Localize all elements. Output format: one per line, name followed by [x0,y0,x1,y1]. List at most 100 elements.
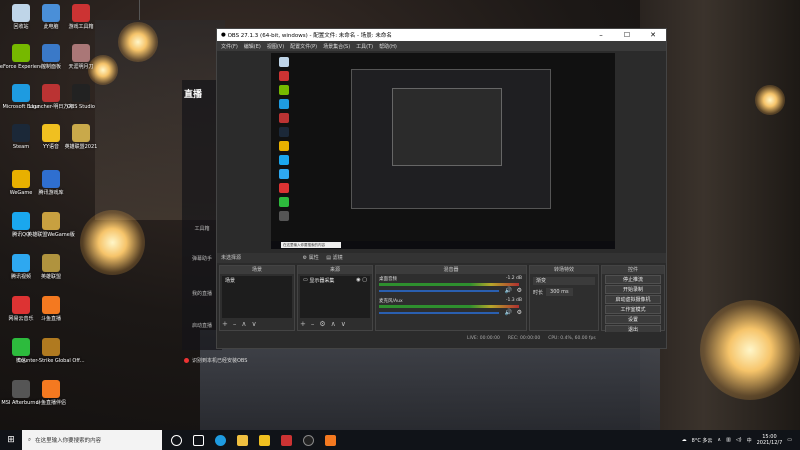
clock[interactable]: 15:00 2021/12/7 [757,434,783,446]
down-icon[interactable]: ∨ [341,320,346,328]
desktop-icon[interactable]: 腾讯游戏库 [32,170,70,206]
menu-scene-collection[interactable]: 场景集合(S) [323,43,350,50]
lock-icon[interactable]: ▢ [361,277,367,284]
obs-preview[interactable]: 在这里输入你要搜索的内容 [271,53,615,249]
light-bulb [755,85,785,115]
preview-nested-obs [351,69,551,209]
maximize-icon[interactable]: ☐ [614,31,640,39]
filters-label: 滤镜 [332,255,343,261]
studio-mode-button[interactable]: 工作室模式 [605,305,661,314]
alert-dot-icon [184,357,189,363]
remove-icon[interactable]: – [233,320,237,328]
desktop-icon-label: 网易云音乐 [8,316,34,322]
track-name: 桌面音频 [379,277,397,282]
edge-icon[interactable] [212,432,228,448]
desktop-icon[interactable]: Counter-Strike Global Off... [17,338,85,374]
desktop-icon[interactable]: 英雄联盟WeGame版 [27,212,75,248]
mixer-tracks: 桌面音频 -1.2 dB 🔊 ⚙ 麦克风/Aux -1.3 dB 🔊 ⚙ [376,276,526,320]
obs-taskbar-icon[interactable] [300,432,316,448]
virtual-camera-button[interactable]: 启动虚拟摄像机 [605,295,661,304]
gear-icon[interactable]: ⚙ [517,309,522,316]
start-recording-button[interactable]: 开始录制 [605,285,661,294]
speaker-icon[interactable]: 🔊 [505,287,512,294]
scene-item[interactable]: 场景 [222,276,292,285]
cortana-icon[interactable] [168,432,184,448]
rec-status: REC: 00:00:00 [507,335,541,341]
desktop-icon-label: OBS Studio [67,104,95,110]
menu-tools[interactable]: 工具(T) [356,43,373,50]
stop-streaming-button[interactable]: 停止推流 [605,275,661,284]
taskbar-search[interactable]: ⌕ 在这里输入你要搜索的内容 [22,430,162,450]
chevron-up-icon[interactable]: ∧ [717,437,721,443]
source-item[interactable]: ▭ 显示器采集 ◉ ▢ [300,276,370,285]
toast-text: 识别到本机已经安装OBS [192,357,248,364]
ime-indicator[interactable]: 中 [747,437,752,444]
minimize-icon[interactable]: – [588,31,614,39]
desktop-icon-label: 腾讯游戏库 [38,190,64,196]
speaker-icon[interactable]: 🔊 [505,309,512,316]
menu-profile[interactable]: 配置文件(P) [290,43,317,50]
no-source-label: 未选择源 [221,255,242,261]
desktop-icon[interactable]: 英雄联盟2021 [62,124,100,160]
app-icon [12,84,30,102]
windows-start-icon[interactable]: ⊞ [0,435,22,445]
volume-icon[interactable]: ◁) [736,437,742,443]
up-icon[interactable]: ∧ [331,320,336,328]
filters-button[interactable]: ▤ 滤镜 [326,255,342,261]
desktop-icon[interactable]: 英雄联盟 [32,254,70,290]
close-icon[interactable]: ✕ [640,31,666,39]
desktop-icon-label: 此电脑 [43,24,59,30]
taskbar: ⊞ ⌕ 在这里输入你要搜索的内容 ☁ 8°C 多云 ∧ ▥ ◁) 中 15:00… [0,430,800,450]
app-icon [12,254,30,272]
remove-icon[interactable]: – [311,320,315,328]
desktop-icon[interactable]: 天涯明月刀 [62,44,100,80]
desktop-icon[interactable]: OBS Studio [62,84,100,120]
gear-icon[interactable]: ⚙ [517,287,522,294]
app-icon [72,124,90,142]
volume-slider[interactable] [379,290,499,292]
properties-button[interactable]: ⚙ 属性 [303,255,319,261]
weather-text[interactable]: 8°C 多云 [692,437,713,444]
transition-select[interactable]: 渐变 [533,277,595,285]
app-icon [42,254,60,272]
sources-title: 来源 [298,266,372,274]
desktop-icon[interactable]: 斗鱼直播 [32,296,70,332]
down-icon[interactable]: ∨ [252,320,257,328]
desktop-icon-label: 游戏工具箱 [68,24,94,30]
menu-view[interactable]: 视图(V) [267,43,284,50]
menu-help[interactable]: 帮助(H) [379,43,397,50]
menu-edit[interactable]: 编辑(E) [244,43,261,50]
yy-app-icon[interactable] [256,432,272,448]
network-icon[interactable]: ▥ [726,437,731,443]
obs-detected-toast: 识别到本机已经安装OBS [184,355,354,365]
source-label: 显示器采集 [309,278,335,284]
notification-icon[interactable]: ▭ [787,437,792,443]
desktop-icon-label: 回收站 [13,24,29,30]
weather-icon[interactable]: ☁ [682,437,687,443]
light-bulb [700,300,800,400]
app-icon [42,170,60,188]
add-icon[interactable]: + [222,320,228,328]
app-icon [42,380,60,398]
settings-button[interactable]: 设置 [605,315,661,324]
douyu-taskbar-icon[interactable] [322,432,338,448]
red-app-icon[interactable] [278,432,294,448]
volume-slider[interactable] [379,312,499,314]
duration-input[interactable]: 300 ms [546,288,573,296]
desktop-icon[interactable]: 游戏工具箱 [62,4,100,40]
light-bulb [80,210,145,275]
system-tray: ☁ 8°C 多云 ∧ ▥ ◁) 中 15:00 2021/12/7 ▭ [682,434,800,446]
file-explorer-icon[interactable] [234,432,250,448]
app-icon [12,338,30,356]
task-view-icon[interactable] [190,432,206,448]
add-icon[interactable]: + [300,320,306,328]
up-icon[interactable]: ∧ [241,320,246,328]
clock-date: 2021/12/7 [756,440,783,446]
desktop-icon[interactable]: 斗鱼直播伴侣 [32,380,70,416]
mixer-track: 麦克风/Aux -1.3 dB 🔊 ⚙ [376,298,526,320]
gear-icon[interactable]: ⚙ [319,320,325,328]
app-icon [42,296,60,314]
duration-row: 时长 300 ms [533,288,595,296]
source-toolbar: 未选择源 ⚙ 属性 ▤ 滤镜 [217,253,666,263]
menu-file[interactable]: 文件(F) [221,43,238,50]
